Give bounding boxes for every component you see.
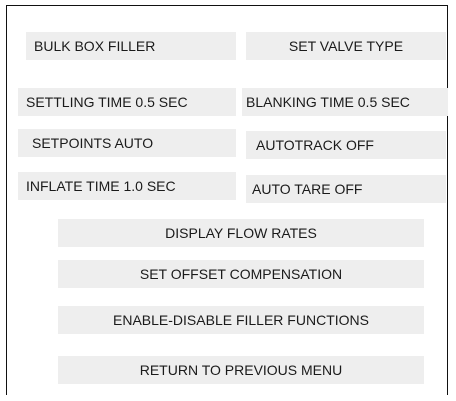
setpoints-button[interactable]: SETPOINTS AUTO xyxy=(18,129,236,157)
blanking-time-button[interactable]: BLANKING TIME 0.5 SEC xyxy=(242,88,448,116)
set-offset-compensation-button[interactable]: SET OFFSET COMPENSATION xyxy=(58,260,424,288)
set-valve-type-button[interactable]: SET VALVE TYPE xyxy=(246,32,446,60)
enable-disable-filler-functions-button[interactable]: ENABLE-DISABLE FILLER FUNCTIONS xyxy=(58,306,424,334)
display-flow-rates-button[interactable]: DISPLAY FLOW RATES xyxy=(58,219,424,247)
settling-time-button[interactable]: SETTLING TIME 0.5 SEC xyxy=(18,88,236,116)
bulk-box-filler-button[interactable]: BULK BOX FILLER xyxy=(26,32,236,60)
return-to-previous-menu-button[interactable]: RETURN TO PREVIOUS MENU xyxy=(58,356,424,384)
auto-tare-button[interactable]: AUTO TARE OFF xyxy=(246,175,446,203)
inflate-time-button[interactable]: INFLATE TIME 1.0 SEC xyxy=(18,172,236,200)
autotrack-button[interactable]: AUTOTRACK OFF xyxy=(246,131,446,159)
